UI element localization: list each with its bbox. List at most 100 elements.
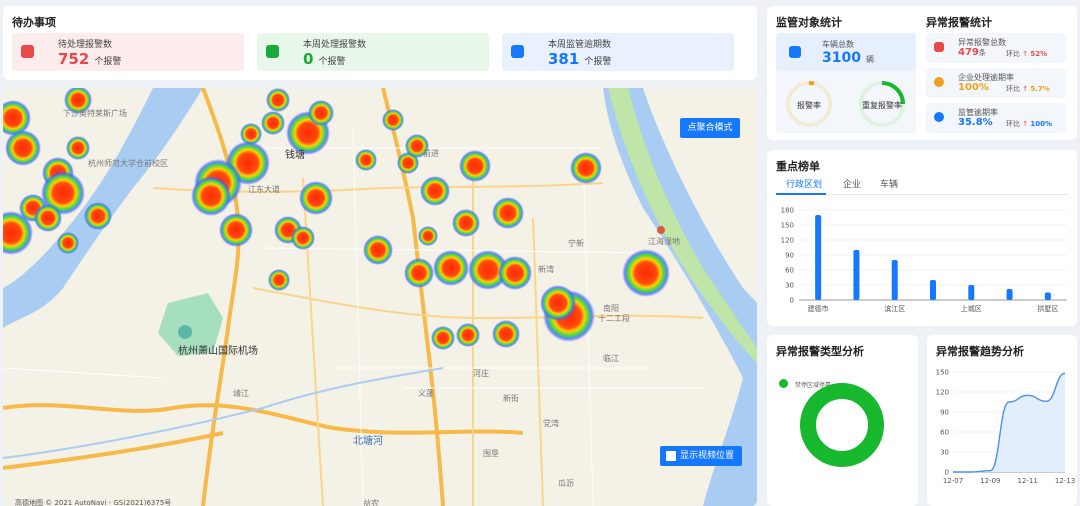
monitor-title: 监管对象统计 bbox=[776, 16, 842, 29]
row-value: 35.8% bbox=[958, 117, 993, 128]
up-arrow-icon: ↑ bbox=[1022, 120, 1029, 128]
map-label: 新湾 bbox=[538, 265, 554, 274]
weekly-overdue-card[interactable]: 本周监管逾期数 381 个报警 bbox=[502, 33, 734, 71]
bar bbox=[891, 260, 898, 300]
map-label: 江海湿地 bbox=[648, 237, 680, 246]
y-tick-label: 150 bbox=[936, 369, 949, 377]
check-icon bbox=[266, 45, 279, 58]
row-ratio: 环比 ↑ 52% bbox=[1006, 50, 1048, 58]
enterprise-icon bbox=[934, 77, 944, 87]
y-tick-label: 30 bbox=[785, 282, 794, 290]
pending-alarms-card[interactable]: 待处理报警数 752 个报警 bbox=[12, 33, 244, 71]
todo-label: 本周监管逾期数 bbox=[548, 40, 612, 50]
ranking-title: 重点榜单 bbox=[776, 160, 820, 173]
map-label: 北塘河 bbox=[353, 436, 383, 447]
alarm-home-icon bbox=[21, 45, 34, 58]
tab-vehicle[interactable]: 车辆 bbox=[880, 177, 898, 190]
types-title: 异常报警类型分析 bbox=[776, 345, 864, 358]
aggregate-mode-button[interactable]: 点聚合模式 bbox=[680, 118, 740, 138]
todo-value: 752 个报警 bbox=[58, 50, 122, 68]
map-label: 河庄 bbox=[473, 369, 489, 378]
supervision-icon bbox=[934, 112, 944, 122]
x-tick-label: 滨江区 bbox=[884, 304, 905, 313]
todo-title: 待办事项 bbox=[12, 16, 56, 29]
y-tick-label: 90 bbox=[940, 409, 949, 417]
bar bbox=[815, 215, 822, 300]
trend-title: 异常报警趋势分析 bbox=[936, 345, 1024, 358]
map-label: 杭州萧山国际机场 bbox=[178, 346, 258, 357]
bar bbox=[968, 285, 975, 300]
vehicle-total-label: 车辆总数 bbox=[822, 40, 854, 49]
alarm-type-card: 异常报警类型分析 禁停区域停靠 bbox=[767, 335, 918, 506]
alarm-rate-label: 报警率 bbox=[797, 101, 821, 110]
truck-icon bbox=[934, 42, 944, 52]
todo-label: 本周处理报警数 bbox=[303, 40, 367, 50]
active-tab-underline bbox=[776, 193, 826, 195]
y-tick-label: 90 bbox=[785, 252, 794, 260]
map-label: 钱塘 bbox=[285, 150, 305, 161]
y-tick-label: 0 bbox=[790, 297, 794, 305]
repeat-rate-label: 重复报警率 bbox=[862, 101, 902, 110]
donut-slice bbox=[800, 383, 884, 467]
bar bbox=[853, 250, 860, 300]
up-arrow-icon: ↑ bbox=[1022, 85, 1029, 93]
y-tick-label: 120 bbox=[781, 237, 794, 245]
ranking-card: 重点榜单 行政区划 企业 车辆 0 30 60 90 120 150 180 建德市 滨江区 上城… bbox=[767, 150, 1077, 326]
x-tick-label: 12-09 bbox=[980, 477, 1000, 485]
monitor-stats-card: 监管对象统计 异常报警统计 车辆总数 3100 辆 报警率 重复报警率 异常报警总… bbox=[767, 6, 1077, 140]
vehicle-stats-box: 车辆总数 3100 辆 报警率 重复报警率 bbox=[776, 33, 916, 133]
abnormal-total-row[interactable]: 异常报警总数 479条 环比 ↑ 52% bbox=[926, 33, 1066, 63]
map-label: 义蓬 bbox=[418, 389, 434, 398]
map-label: 江东大道 bbox=[248, 185, 280, 194]
map-label: 党湾 bbox=[543, 419, 559, 428]
heatmap-map[interactable]: 下沙奥特莱斯广场 杭州师范大学仓前校区 钱塘 江东大道 杭州萧山国际机场 北塘河… bbox=[3, 88, 757, 506]
todo-value: 0 个报警 bbox=[303, 50, 346, 68]
row-value: 100% bbox=[958, 82, 989, 93]
y-tick-label: 0 bbox=[945, 469, 949, 477]
tab-enterprise[interactable]: 企业 bbox=[843, 177, 861, 190]
map-label: 前进 bbox=[423, 149, 439, 158]
show-video-location-toggle[interactable]: 显示视频位置 bbox=[660, 446, 742, 466]
x-tick-label: 12-07 bbox=[943, 477, 963, 485]
map-label: 瓜沥 bbox=[558, 479, 574, 488]
bar bbox=[1044, 292, 1051, 300]
x-tick-label: 建德市 bbox=[808, 304, 829, 313]
ranking-bar-chart: 0 30 60 90 120 150 180 建德市 滨江区 上城区 拱墅区 bbox=[781, 207, 1067, 313]
calendar-icon bbox=[511, 45, 524, 58]
airport-icon bbox=[178, 325, 192, 339]
todo-label: 待处理报警数 bbox=[58, 40, 113, 50]
map-label: 临江 bbox=[603, 354, 619, 363]
y-tick-label: 180 bbox=[781, 207, 794, 215]
y-tick-label: 150 bbox=[781, 222, 794, 230]
y-tick-label: 60 bbox=[940, 429, 949, 437]
alarm-trend-card: 异常报警趋势分析 0 30 60 90 120 150 12-07 12-09 12-11 12-… bbox=[927, 335, 1077, 506]
row-ratio: 环比 ↑ 100% bbox=[1006, 120, 1052, 128]
map-label: 围垦 bbox=[483, 449, 499, 458]
y-tick-label: 30 bbox=[940, 449, 949, 457]
vehicle-total-value: 3100 辆 bbox=[822, 50, 874, 66]
todo-card: 待办事项 待处理报警数 752 个报警 本周处理报警数 0 个报警 本周监管逾期数 … bbox=[3, 6, 757, 80]
map-label: 宁新 bbox=[568, 239, 584, 248]
x-tick-label: 12-13 bbox=[1055, 477, 1075, 485]
weekly-handled-card[interactable]: 本周处理报警数 0 个报警 bbox=[257, 33, 489, 71]
map-label: 下沙奥特莱斯广场 bbox=[63, 109, 127, 118]
tab-district[interactable]: 行政区划 bbox=[786, 177, 822, 190]
enterprise-overdue-row[interactable]: 企业处理逾期率 100% 环比 ↑ 5.7% bbox=[926, 68, 1066, 98]
bar bbox=[930, 280, 936, 300]
poi-marker bbox=[657, 226, 665, 234]
vehicle-icon bbox=[789, 46, 801, 58]
map-label: 益农 bbox=[363, 499, 379, 506]
todo-value: 381 个报警 bbox=[548, 50, 612, 68]
supervision-overdue-row[interactable]: 监管逾期率 35.8% 环比 ↑ 100% bbox=[926, 103, 1066, 133]
alarm-trend-chart: 0 30 60 90 120 150 12-07 12-09 12-11 12-13 bbox=[936, 369, 1076, 486]
checkbox-icon[interactable] bbox=[666, 451, 676, 461]
alarm-rate-arc bbox=[808, 80, 815, 86]
map-label: 十二工段 bbox=[598, 314, 630, 323]
bar bbox=[1006, 289, 1013, 300]
x-tick-label: 12-11 bbox=[1017, 477, 1037, 485]
row-ratio: 环比 ↑ 5.7% bbox=[1006, 85, 1050, 93]
map-label: 杭州师范大学仓前校区 bbox=[88, 159, 168, 168]
y-tick-label: 120 bbox=[936, 389, 949, 397]
map-copyright: 高德地图 © 2021 AutoNavi - GS(2021)6375号 bbox=[15, 499, 172, 506]
map-label: 新街 bbox=[503, 394, 519, 403]
